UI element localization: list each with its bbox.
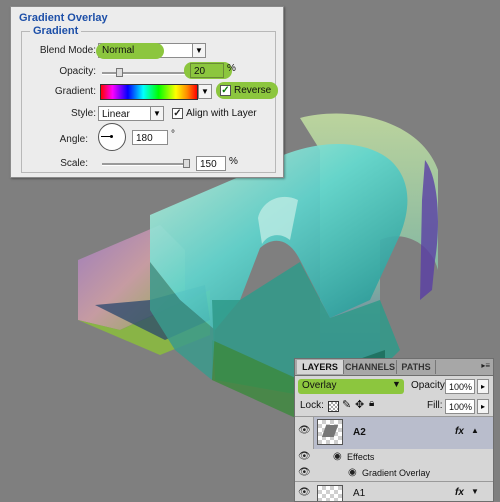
- scale-slider-track[interactable]: [102, 163, 186, 166]
- gradient-dropdown-icon[interactable]: ▼: [198, 84, 212, 99]
- lock-transparency-icon[interactable]: [328, 401, 339, 412]
- tab-channels[interactable]: CHANNELS: [344, 360, 397, 374]
- opacity-input[interactable]: 20: [190, 63, 224, 78]
- lock-brush-icon[interactable]: ✎: [342, 398, 351, 411]
- reverse-checkbox[interactable]: ✓: [220, 85, 231, 96]
- tab-layers[interactable]: LAYERS: [297, 360, 344, 374]
- layer-row-a1[interactable]: 👁︎ A1 fx ▼: [295, 482, 493, 501]
- fx-icon[interactable]: fx: [455, 426, 464, 437]
- opacity-slider-thumb[interactable]: [115, 68, 123, 77]
- scale-value: 150: [200, 159, 217, 170]
- effect-item-row[interactable]: 👁︎ ◉ Gradient Overlay: [295, 465, 493, 482]
- fill-arrow-icon[interactable]: ▸: [477, 399, 489, 414]
- lock-move-icon[interactable]: ✥: [355, 398, 364, 411]
- gradient-label: Gradient:: [54, 86, 96, 97]
- lock-row: Lock: ✎ ✥ 🔒︎ Fill: 100% ▸: [295, 398, 493, 417]
- layer-opacity-value: 100%: [449, 382, 473, 392]
- blend-row: Overlay ▼ Opacity: 100% ▸: [295, 377, 493, 397]
- angle-input[interactable]: 180: [132, 130, 168, 145]
- lock-all-icon[interactable]: 🔒︎: [369, 398, 374, 409]
- effects-label: Effects: [347, 452, 375, 462]
- effect-item-visibility-icon[interactable]: ◉: [348, 467, 357, 478]
- layer-opacity-input[interactable]: 100%: [445, 379, 475, 394]
- angle-value: 180: [136, 133, 153, 144]
- effects-eye-icon[interactable]: 👁︎: [298, 451, 311, 462]
- angle-label: Angle:: [59, 134, 88, 145]
- reverse-label: Reverse: [234, 85, 272, 96]
- angle-dial[interactable]: [98, 123, 126, 151]
- layer-opacity-arrow-icon[interactable]: ▸: [477, 379, 489, 394]
- opacity-unit: %: [227, 63, 236, 74]
- panel-menu-icon[interactable]: ▸≡: [481, 361, 490, 370]
- effects-row: 👁︎ ◉ Effects: [295, 449, 493, 465]
- layers-panel: LAYERS CHANNELS PATHS ▸≡ Overlay ▼ Opaci…: [294, 358, 494, 502]
- layer-thumbnail: [317, 419, 343, 445]
- effects-visibility-icon[interactable]: ◉: [333, 451, 342, 462]
- style-value: Linear: [102, 109, 130, 120]
- scale-label: Scale:: [60, 158, 88, 169]
- layer-thumbnail: [317, 485, 343, 501]
- thumbnail-shape: [321, 425, 339, 437]
- scale-slider-thumb[interactable]: [183, 159, 190, 168]
- style-chevron-icon[interactable]: ▼: [150, 106, 164, 121]
- gradient-overlay-panel: Gradient Overlay Gradient Blend Mode: No…: [10, 6, 284, 178]
- visibility-cell[interactable]: 👁︎: [295, 417, 314, 449]
- layer-blend-chevron-icon[interactable]: ▼: [392, 379, 401, 389]
- opacity-slider-track[interactable]: [102, 72, 186, 75]
- style-label: Style:: [70, 108, 96, 119]
- panel-title: Gradient Overlay: [19, 12, 108, 24]
- panel-tabs: LAYERS CHANNELS PATHS ▸≡: [295, 359, 493, 376]
- effect-item-label: Gradient Overlay: [362, 468, 431, 478]
- group-title: Gradient: [30, 25, 82, 37]
- layer-opacity-label: Opacity:: [411, 380, 448, 391]
- scale-unit: %: [229, 156, 238, 167]
- expand-triangle-icon[interactable]: ▼: [471, 487, 479, 496]
- chevron-down-icon[interactable]: ▼: [192, 43, 206, 58]
- expand-triangle-icon[interactable]: ▲: [471, 426, 479, 435]
- align-checkbox[interactable]: ✓: [172, 108, 183, 119]
- layer-row-a2[interactable]: 👁︎ A2 fx ▲: [295, 417, 493, 449]
- gradient-swatch[interactable]: [100, 84, 198, 100]
- fill-input[interactable]: 100%: [445, 399, 475, 414]
- layer-name: A2: [353, 427, 366, 438]
- eye-icon[interactable]: 👁︎: [298, 487, 311, 498]
- scale-input[interactable]: 150: [196, 156, 226, 171]
- blend-mode-value: Normal: [102, 45, 135, 56]
- tab-paths[interactable]: PATHS: [397, 360, 436, 374]
- fill-value: 100%: [449, 402, 473, 412]
- align-label: Align with Layer: [186, 108, 257, 119]
- layer-name: A1: [353, 488, 366, 499]
- effect-item-eye-icon[interactable]: 👁︎: [298, 467, 311, 478]
- opacity-value: 20: [194, 66, 206, 77]
- gradient-group: Gradient Blend Mode: Normal ▼ Opacity: 2…: [21, 25, 278, 173]
- fx-icon[interactable]: fx: [455, 487, 464, 498]
- angle-unit: °: [171, 129, 175, 140]
- lock-label: Lock:: [300, 400, 324, 411]
- fill-label: Fill:: [427, 400, 443, 411]
- angle-center: [110, 135, 113, 138]
- blend-mode-label: Blend Mode:: [39, 45, 96, 56]
- opacity-label: Opacity:: [59, 66, 96, 77]
- layer-blend-value: Overlay: [302, 380, 337, 391]
- eye-icon[interactable]: 👁︎: [298, 425, 311, 436]
